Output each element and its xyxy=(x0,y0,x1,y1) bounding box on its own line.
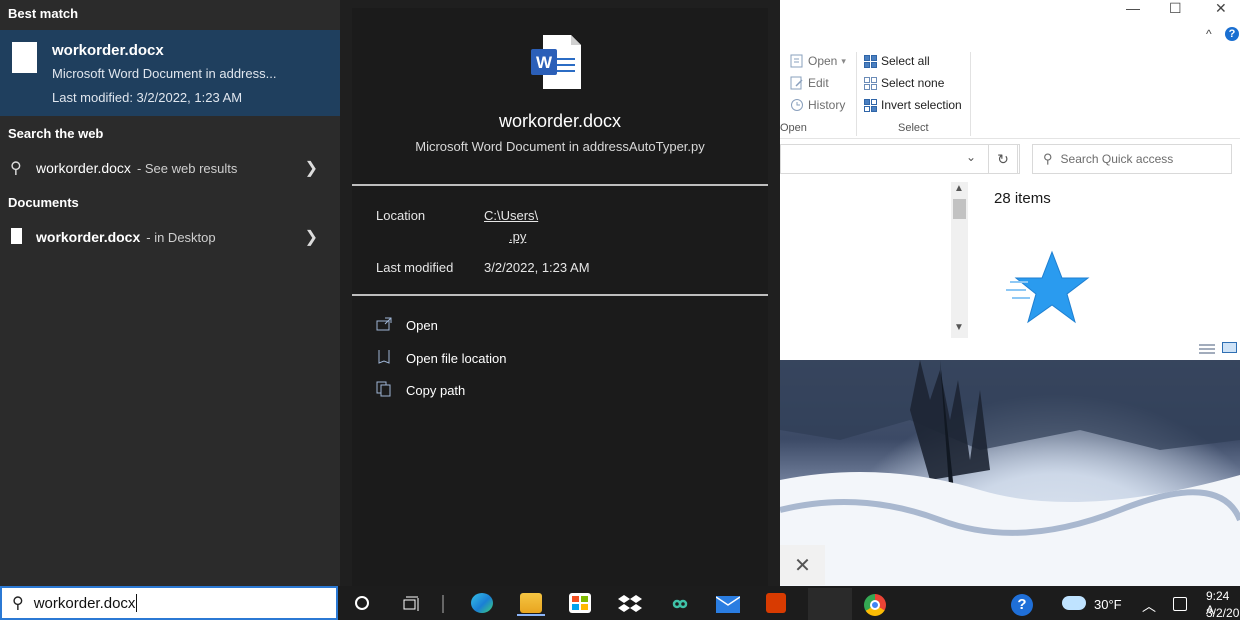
doc-result-name: workorder.docx xyxy=(36,229,141,245)
preview-file-name: workorder.docx xyxy=(498,111,622,131)
open-icon xyxy=(790,54,804,68)
show-hidden-icons-icon[interactable]: ︿ xyxy=(1142,596,1156,616)
microsoft-store-icon[interactable] xyxy=(569,593,591,613)
web-search-result[interactable]: ⚲ workorder.docx - See web results ❯ xyxy=(0,151,340,185)
select-all-button[interactable]: Select all xyxy=(864,54,930,68)
scrollbar-thumb[interactable] xyxy=(953,199,966,219)
search-query: workorder.docx xyxy=(33,594,136,612)
active-app-indicator xyxy=(517,614,545,616)
office-icon[interactable] xyxy=(766,593,786,613)
items-count: 28 items xyxy=(994,190,1051,207)
search-icon: ⚲ xyxy=(12,595,24,612)
clock-date[interactable]: 3/2/20 xyxy=(1206,606,1239,620)
taskbar-search-input[interactable]: ⚲ workorder.docx xyxy=(0,586,338,620)
dropbox-icon[interactable] xyxy=(618,593,642,620)
search-icon: ⚲ xyxy=(10,160,22,177)
web-result-term: workorder.docx xyxy=(36,160,131,176)
web-result-suffix: - See web results xyxy=(136,161,238,176)
help-icon[interactable]: ? xyxy=(1225,27,1239,41)
ribbon-divider xyxy=(970,52,971,136)
weather-temperature[interactable]: 30°F xyxy=(1094,597,1122,612)
refresh-icon: ↻ xyxy=(997,150,1009,167)
modified-label: Last modified xyxy=(376,260,454,275)
address-history-dropdown-icon[interactable]: ⌄ xyxy=(966,150,976,164)
address-bar[interactable] xyxy=(780,144,1020,174)
select-none-icon xyxy=(864,76,877,90)
quick-access-star-icon[interactable] xyxy=(1006,248,1090,333)
best-match-type: Microsoft Word Document in address... xyxy=(52,66,277,81)
invert-selection-button[interactable]: Invert selection xyxy=(864,98,962,112)
ribbon-bottom-border xyxy=(780,138,1240,139)
location-label: Location xyxy=(376,208,426,223)
weather-cloud-icon[interactable] xyxy=(1062,596,1086,610)
best-match-modified: Last modified: 3/2/2022, 1:23 AM xyxy=(52,90,243,105)
doc-result-suffix: - in Desktop xyxy=(146,230,216,245)
desktop-wallpaper xyxy=(780,360,1240,586)
select-group-caption: Select xyxy=(898,122,929,134)
documents-heading: Documents xyxy=(8,195,79,210)
document-icon xyxy=(12,42,37,73)
details-view-icon[interactable] xyxy=(1199,342,1215,360)
chrome-icon[interactable] xyxy=(864,594,886,616)
taskbar-separator xyxy=(442,595,444,613)
copy-path-action[interactable]: Copy path xyxy=(376,381,465,400)
large-icons-view-icon[interactable] xyxy=(1222,342,1237,353)
ribbon-divider xyxy=(856,52,857,136)
infinity-app-icon[interactable] xyxy=(667,596,693,617)
best-match-heading: Best match xyxy=(8,6,79,21)
preview-divider xyxy=(352,184,768,186)
copy-icon xyxy=(376,381,392,400)
select-all-icon xyxy=(864,54,877,68)
dropdown-arrow-icon: ▾ xyxy=(841,55,846,66)
mail-icon[interactable] xyxy=(715,596,741,613)
best-match-name: workorder.docx xyxy=(52,42,164,59)
refresh-button[interactable]: ↻ xyxy=(988,144,1018,174)
task-view-icon[interactable] xyxy=(403,596,421,617)
location-link[interactable]: C:\Users\ xyxy=(484,208,538,223)
edit-icon xyxy=(790,76,804,90)
ribbon-open-button[interactable]: Open ▾ xyxy=(790,54,846,68)
best-match-result[interactable]: workorder.docx Microsoft Word Document i… xyxy=(0,30,340,116)
notification-close-button[interactable]: ✕ xyxy=(780,545,825,585)
taskbar-blank-app[interactable] xyxy=(808,588,852,620)
chevron-right-icon[interactable]: ❯ xyxy=(305,158,318,178)
open-action[interactable]: Open xyxy=(376,317,438,334)
text-cursor xyxy=(136,594,138,612)
device-tray-icon[interactable] xyxy=(1173,597,1187,611)
search-web-heading: Search the web xyxy=(8,126,104,141)
open-group-caption: Open xyxy=(780,122,807,134)
location-link-continued[interactable]: .py xyxy=(509,229,526,244)
ribbon-history-button[interactable]: History xyxy=(790,98,845,112)
history-icon xyxy=(790,98,804,112)
maximize-button[interactable]: ☐ xyxy=(1169,0,1182,17)
open-external-icon xyxy=(376,317,392,334)
ribbon-edit-button[interactable]: Edit xyxy=(790,76,829,90)
preview-file-description: Microsoft Word Document in addressAutoTy… xyxy=(415,139,705,154)
preview-divider xyxy=(352,294,768,296)
search-quick-access-input[interactable]: ⚲ Search Quick access xyxy=(1032,144,1232,174)
edge-icon[interactable] xyxy=(471,593,493,613)
select-none-button[interactable]: Select none xyxy=(864,76,944,90)
scroll-down-icon[interactable]: ▼ xyxy=(954,322,964,333)
document-result[interactable]: workorder.docx - in Desktop ❯ xyxy=(0,220,340,254)
collapse-ribbon-icon[interactable]: ^ xyxy=(1206,27,1212,41)
help-tray-icon[interactable]: ? xyxy=(1011,594,1033,616)
close-icon: ✕ xyxy=(794,554,811,577)
svg-text:W: W xyxy=(536,53,553,72)
chevron-right-icon[interactable]: ❯ xyxy=(305,227,318,247)
cortana-icon[interactable] xyxy=(355,596,369,610)
word-document-icon: W xyxy=(531,33,583,96)
minimize-button[interactable]: — xyxy=(1126,0,1140,16)
close-button[interactable]: ✕ xyxy=(1215,0,1227,17)
search-icon: ⚲ xyxy=(1043,151,1053,166)
scroll-up-icon[interactable]: ▲ xyxy=(954,183,964,194)
modified-value: 3/2/2022, 1:23 AM xyxy=(484,260,590,275)
document-icon xyxy=(11,228,22,244)
file-explorer-icon[interactable] xyxy=(520,593,542,613)
open-file-location-action[interactable]: Open file location xyxy=(376,349,506,368)
folder-location-icon xyxy=(376,349,392,368)
invert-selection-icon xyxy=(864,98,877,112)
